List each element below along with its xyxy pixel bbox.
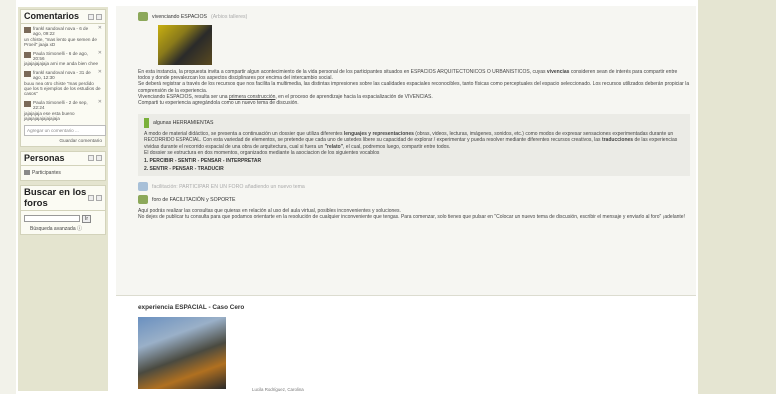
save-comment-link[interactable]: Guardar comentario <box>24 139 102 144</box>
delete-icon[interactable]: ✕ <box>98 99 102 105</box>
right-gutter <box>698 0 776 394</box>
comment-text: un chiste, "mas lento que semen de Proei… <box>24 36 97 48</box>
people-icon <box>24 170 30 175</box>
sidebar: Comentarios frankl sandoval nova - 6 de … <box>18 7 108 391</box>
comment-author[interactable]: Paula Simonelli - 2 de sep, 22:24 <box>33 100 96 111</box>
search-block: Buscar en los foros Ir Búsqueda avanzada… <box>20 184 106 235</box>
forum-icon <box>138 195 148 205</box>
facilitation-title[interactable]: facilitación: PARTICIPAR EN UN FORO añad… <box>152 184 305 190</box>
forum-subtitle: (Arbios talleres) <box>210 13 248 20</box>
tools-label-box: algunas HERRAMIENTAS A modo de material … <box>138 114 690 177</box>
comment-item: Paula Simonelli - 6 de ago, 20:56 ✕ jajaj… <box>24 50 102 67</box>
search-go-button[interactable]: Ir <box>82 214 91 223</box>
comment-text: jajajajajajaja ami me anda bien chee <box>24 61 99 67</box>
people-block: Personas Participantes <box>20 150 106 181</box>
user-avatar-icon <box>24 100 31 107</box>
user-avatar-icon <box>24 51 31 58</box>
tools-paragraph: A modo de material didáctico, se present… <box>144 131 678 156</box>
comment-item: Paula Simonelli - 2 de sep, 22:24 ✕ jajaj… <box>24 99 102 122</box>
delete-icon[interactable]: ✕ <box>98 50 102 56</box>
facilitation-item[interactable]: facilitación: PARTICIPAR EN UN FORO añad… <box>138 182 690 192</box>
collapse-icon[interactable] <box>88 155 94 161</box>
course-content: vivenciando ESPACIOS (Arbios talleres) E… <box>116 6 696 394</box>
forum2-title[interactable]: foro de FACILITACIÓN y SOPORTE <box>152 197 235 203</box>
dock-icon[interactable] <box>96 13 102 20</box>
comment-text: jajajajaja ese esta bueno jajajajajajaja… <box>24 110 75 122</box>
forum2-paragraph: Aquí podrás realizar las consultas que q… <box>138 208 685 221</box>
comment-item: frankl sandoval nova - 6 de ago, 09:22 ✕ … <box>24 25 102 48</box>
primera-construccion-link[interactable]: primera construcción <box>229 94 275 100</box>
participants-link[interactable]: Participantes <box>24 168 102 178</box>
comments-block: Comentarios frankl sandoval nova - 6 de … <box>20 9 106 147</box>
tools-title: algunas HERRAMIENTAS <box>153 120 214 127</box>
people-title: Personas <box>24 152 65 163</box>
forum-item[interactable]: vivenciando ESPACIOS (Arbios talleres) <box>138 12 690 21</box>
spaces-photo <box>158 25 212 65</box>
dock-icon[interactable] <box>96 155 102 161</box>
topic-section: vivenciando ESPACIOS (Arbios talleres) E… <box>116 6 696 296</box>
add-comment-input[interactable]: Agregar un comentario ... <box>24 124 106 136</box>
comments-header: Comentarios <box>21 10 105 24</box>
intro-paragraph: En esta instancia, la propuesta invita a… <box>138 69 690 107</box>
left-gutter <box>0 0 16 394</box>
advanced-search-link[interactable]: Búsqueda avanzada ⓘ <box>24 225 102 232</box>
comment-text: buuu nea otro chiste "mas perdido que lo… <box>24 80 101 97</box>
page-icon <box>138 182 148 192</box>
forum-item[interactable]: foro de FACILITACIÓN y SOPORTE <box>138 195 690 205</box>
comments-title: Comentarios <box>24 11 80 21</box>
delete-icon[interactable]: ✕ <box>98 69 102 75</box>
search-title: Buscar en los foros <box>24 186 87 209</box>
search-header: Buscar en los foros <box>21 186 105 211</box>
forum-title[interactable]: vivenciando ESPACIOS <box>152 14 207 20</box>
people-header: Personas <box>21 152 105 166</box>
tools-line-2: 2. SENTIR - PENSAR - TRADUCIR <box>144 166 224 173</box>
building-photo <box>138 317 226 389</box>
comment-author[interactable]: Paula Simonelli - 6 de ago, 20:56 <box>33 51 96 62</box>
dock-icon[interactable] <box>96 194 102 201</box>
section-title: experiencia ESPACIAL - Caso Cero <box>138 304 245 311</box>
topic-section-2: experiencia ESPACIAL - Caso Cero Lucila … <box>116 296 696 392</box>
user-avatar-icon <box>24 70 31 77</box>
comment-author[interactable]: frankl sandoval nova - 31 de ago, 12:30 <box>33 70 96 81</box>
participants-label: Participantes <box>32 169 61 176</box>
comment-author[interactable]: frankl sandoval nova - 6 de ago, 09:22 <box>33 26 96 37</box>
forum-icon <box>138 12 148 21</box>
label-icon <box>144 118 149 129</box>
photo-caption: Lucila Rodríguez, Carolina <box>252 387 304 392</box>
forum-search-input[interactable] <box>24 215 80 222</box>
user-avatar-icon <box>24 27 31 33</box>
delete-icon[interactable]: ✕ <box>98 25 102 31</box>
tools-line-1: 1. PERCIBIR - SENTIR - PENSAR - INTERPRE… <box>144 158 262 165</box>
collapse-icon[interactable] <box>88 194 94 201</box>
help-icon[interactable]: ⓘ <box>77 226 82 232</box>
comment-item: frankl sandoval nova - 31 de ago, 12:30 ✕… <box>24 69 102 97</box>
collapse-icon[interactable] <box>88 13 94 20</box>
